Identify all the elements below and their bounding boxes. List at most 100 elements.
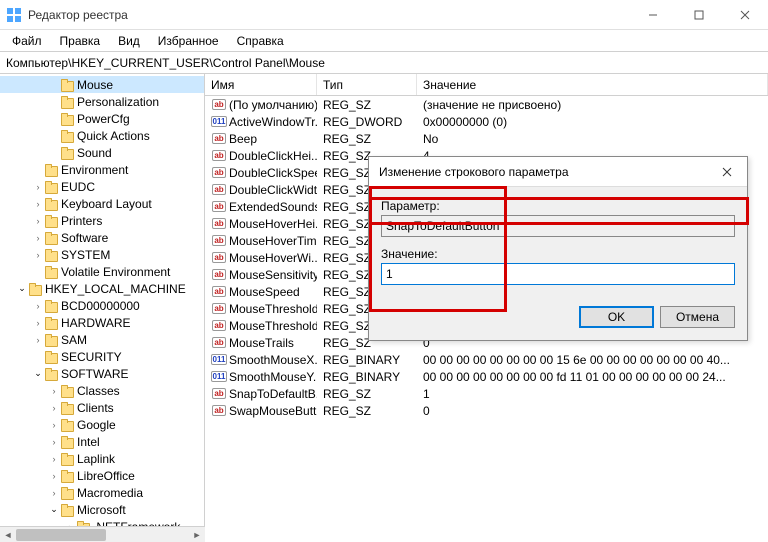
tree-item[interactable]: ›HARDWARE	[0, 314, 204, 331]
tree-item[interactable]: Sound	[0, 144, 204, 161]
menu-view[interactable]: Вид	[110, 32, 148, 50]
scroll-right-icon[interactable]: ►	[189, 527, 205, 542]
tree-spacer	[32, 266, 44, 278]
value-name: MouseHoverWi...	[229, 251, 317, 265]
chevron-right-icon[interactable]: ›	[48, 385, 60, 397]
tree-item[interactable]: › SYSTEM	[0, 246, 204, 263]
string-value-icon: ab	[211, 336, 227, 350]
chevron-right-icon[interactable]: ›	[48, 402, 60, 414]
tree-item[interactable]: Volatile Environment	[0, 263, 204, 280]
chevron-right-icon[interactable]: ›	[48, 470, 60, 482]
tree-item-label: LibreOffice	[77, 469, 135, 483]
list-row[interactable]: abSwapMouseButt...REG_SZ0	[205, 402, 768, 419]
menu-help[interactable]: Справка	[229, 32, 292, 50]
tree-item[interactable]: PowerCfg	[0, 110, 204, 127]
tree-item[interactable]: › Google	[0, 416, 204, 433]
chevron-right-icon[interactable]: ›	[32, 215, 44, 227]
chevron-right-icon[interactable]: ›	[32, 232, 44, 244]
chevron-right-icon[interactable]: ›	[48, 487, 60, 499]
string-value-icon: ab	[211, 268, 227, 282]
address-bar[interactable]: Компьютер\HKEY_CURRENT_USER\Control Pane…	[0, 52, 768, 74]
tree-item-label: SYSTEM	[61, 248, 110, 262]
ok-button[interactable]: OK	[579, 306, 654, 328]
chevron-right-icon[interactable]: ›	[32, 300, 44, 312]
value-name: SnapToDefaultB...	[229, 387, 317, 401]
chevron-right-icon[interactable]: ›	[32, 249, 44, 261]
tree-item[interactable]: SECURITY	[0, 348, 204, 365]
chevron-right-icon[interactable]: ›	[32, 317, 44, 329]
tree-item-label: BCD00000000	[61, 299, 140, 313]
col-value[interactable]: Значение	[417, 74, 768, 95]
registry-tree[interactable]: Mouse Personalization PowerCfgQuick Action…	[0, 74, 205, 542]
list-row[interactable]: abBeepREG_SZNo	[205, 130, 768, 147]
chevron-down-icon[interactable]: ⌄	[48, 504, 60, 516]
list-row[interactable]: 011SmoothMouseX...REG_BINARY00 00 00 00 …	[205, 351, 768, 368]
tree-item[interactable]: Quick Actions	[0, 127, 204, 144]
tree-item[interactable]: ›Macromedia	[0, 484, 204, 501]
tree-item[interactable]: ›Classes	[0, 382, 204, 399]
tree-item[interactable]: ⌄Microsoft	[0, 501, 204, 518]
value-data: 0x00000000 (0)	[417, 115, 768, 129]
chevron-down-icon[interactable]: ⌄	[16, 283, 28, 295]
dialog-close-button[interactable]	[707, 157, 747, 187]
folder-icon	[44, 300, 58, 312]
tree-item[interactable]: ›Printers	[0, 212, 204, 229]
col-name[interactable]: Имя	[205, 74, 317, 95]
tree-item-label: HKEY_LOCAL_MACHINE	[45, 282, 186, 296]
maximize-button[interactable]	[676, 0, 722, 30]
chevron-right-icon[interactable]: ›	[48, 453, 60, 465]
folder-icon	[60, 504, 74, 516]
menu-favorites[interactable]: Избранное	[150, 32, 227, 50]
folder-icon	[60, 96, 74, 108]
minimize-button[interactable]	[630, 0, 676, 30]
tree-item[interactable]: ›Laplink	[0, 450, 204, 467]
tree-item[interactable]: › BCD00000000	[0, 297, 204, 314]
tree-item-label: Sound	[77, 146, 112, 160]
tree-item[interactable]: Personalization	[0, 93, 204, 110]
tree-h-scrollbar[interactable]: ◄ ►	[0, 526, 205, 542]
chevron-right-icon[interactable]: ›	[32, 334, 44, 346]
value-data: 1	[417, 387, 768, 401]
tree-item[interactable]: ›Clients	[0, 399, 204, 416]
chevron-down-icon[interactable]: ⌄	[32, 368, 44, 380]
tree-item[interactable]: Mouse	[0, 76, 204, 93]
value-name: MouseHoverTime	[229, 234, 317, 248]
dialog-title: Изменение строкового параметра	[379, 165, 707, 179]
value-field[interactable]	[381, 263, 735, 285]
tree-item[interactable]: › Keyboard Layout	[0, 195, 204, 212]
scroll-left-icon[interactable]: ◄	[0, 527, 16, 542]
tree-item[interactable]: ›EUDC	[0, 178, 204, 195]
string-value-icon: ab	[211, 98, 227, 112]
tree-item[interactable]: › LibreOffice	[0, 467, 204, 484]
menu-file[interactable]: Файл	[4, 32, 50, 50]
close-button[interactable]	[722, 0, 768, 30]
tree-item[interactable]: Environment	[0, 161, 204, 178]
tree-item-label: PowerCfg	[77, 112, 130, 126]
chevron-right-icon[interactable]: ›	[48, 436, 60, 448]
value-name: MouseThreshold2	[229, 319, 317, 333]
value-label: Значение:	[381, 247, 735, 261]
tree-item[interactable]: ›SAM	[0, 331, 204, 348]
list-row[interactable]: abSnapToDefaultB...REG_SZ1	[205, 385, 768, 402]
dialog-titlebar[interactable]: Изменение строкового параметра	[369, 157, 747, 187]
tree-item[interactable]: ›Intel	[0, 433, 204, 450]
tree-item[interactable]: ⌄ HKEY_LOCAL_MACHINE	[0, 280, 204, 297]
tree-item-label: Keyboard Layout	[61, 197, 152, 211]
tree-item-label: Personalization	[77, 95, 159, 109]
chevron-right-icon[interactable]: ›	[32, 181, 44, 193]
cancel-button[interactable]: Отмена	[660, 306, 735, 328]
chevron-right-icon[interactable]: ›	[32, 198, 44, 210]
list-row[interactable]: 011SmoothMouseY...REG_BINARY00 00 00 00 …	[205, 368, 768, 385]
list-row[interactable]: 011ActiveWindowTr...REG_DWORD0x00000000 …	[205, 113, 768, 130]
value-name: SwapMouseButt...	[229, 404, 317, 418]
tree-item[interactable]: ⌄SOFTWARE	[0, 365, 204, 382]
value-data: No	[417, 132, 768, 146]
tree-item[interactable]: ›Software	[0, 229, 204, 246]
list-row[interactable]: ab(По умолчанию)REG_SZ(значение не присв…	[205, 96, 768, 113]
tree-item-label: Google	[77, 418, 116, 432]
value-data: 00 00 00 00 00 00 00 00 fd 11 01 00 00 0…	[417, 370, 768, 384]
folder-icon	[60, 487, 74, 499]
chevron-right-icon[interactable]: ›	[48, 419, 60, 431]
menu-edit[interactable]: Правка	[52, 32, 109, 50]
col-type[interactable]: Тип	[317, 74, 417, 95]
